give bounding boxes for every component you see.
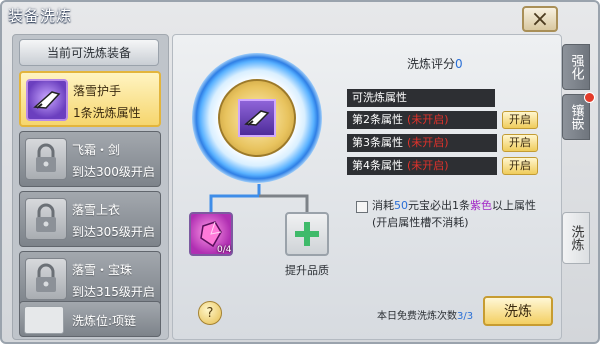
attr-label: 第2条属性 [352,113,403,126]
list-item-gloves[interactable]: 落雪护手 1条洗炼属性 [19,71,161,127]
guarantee-checkbox[interactable] [356,201,368,213]
tab-refine-label: 洗炼 [568,225,584,251]
glove-icon [26,79,68,121]
help-icon: ? [206,305,214,321]
open-slot-button[interactable]: 开启 [502,111,538,129]
attr-label: 第3条属性 [352,136,403,149]
free-value: 3/3 [457,311,474,322]
list-header: 当前可洗炼装备 [19,39,159,66]
selected-equipment-slot[interactable] [238,99,276,137]
glove-icon [244,110,270,126]
attr-status: (未开启) [407,136,449,149]
attr-status: (未开启) [407,159,449,172]
item-name: 洗炼位:项链 [72,314,137,328]
attr-label: 第4条属性 [352,159,403,172]
list-item-sword[interactable]: 飞霜・剑 到达300级开启 [19,131,161,187]
note-mid: 元宝必出1条 [408,199,470,212]
score-value: 0 [455,57,463,71]
tab-enhance[interactable]: 强化 [562,44,590,90]
free-label: 本日免费洗炼次数 [377,311,457,322]
note-suffix: 以上属性 [492,199,536,212]
open-slot-button[interactable]: 开启 [502,134,538,152]
empty-slot-icon [24,306,64,334]
plus-icon [295,222,319,246]
notification-dot [584,92,595,103]
dialog-title: 装备洗炼 [8,7,73,25]
refine-dialog: 装备洗炼 × 强化 镶嵌 洗炼 当前可洗炼装备 落雪护手 1条洗炼属性 飞霜・剑… [0,0,600,344]
refine-area: 0/4 提升品质 洗炼评分0 可洗炼属性 第2条属性 (未开启) 开启 第3条属性… [172,39,562,337]
note-amount: 50 [394,199,408,212]
attr-status: (未开启) [407,113,449,126]
item-name: 落雪护手 [73,84,122,98]
refine-score: 洗炼评分0 [407,55,463,72]
item-sub: 到达300级开启 [72,165,155,179]
item-name: 落雪・宝珠 [72,263,133,277]
tab-inlay-label: 镶嵌 [568,104,584,130]
attr-row: 第3条属性 (未开启) [347,134,497,152]
lock-icon [25,198,67,240]
refine-button[interactable]: 洗炼 [483,296,553,326]
material-count: 0/4 [217,245,232,255]
item-sub: 到达305级开启 [72,225,155,239]
attr-row: 第2条属性 (未开启) [347,111,497,129]
close-button[interactable]: × [522,6,558,32]
score-label: 洗炼评分 [407,57,456,71]
list-item-coat[interactable]: 落雪上衣 到达305级开启 [19,191,161,247]
item-sub: 到达315级开启 [72,285,155,299]
tab-refine[interactable]: 洗炼 [562,212,590,264]
guarantee-note: 消耗50元宝必出1条紫色以上属性 [372,197,536,213]
item-name: 飞霜・剑 [72,143,121,157]
free-count: 本日免费洗炼次数3/3 [377,307,473,322]
item-name: 落雪上衣 [72,203,121,217]
connector-lines [209,184,309,212]
help-button[interactable]: ? [198,301,222,325]
note-prefix: 消耗 [372,199,394,212]
upgrade-quality-button[interactable] [285,212,329,256]
lock-icon [25,138,67,180]
open-slot-button[interactable]: 开启 [502,157,538,175]
close-icon: × [530,6,550,32]
guarantee-note-2: (开启属性槽不消耗) [372,216,469,229]
equipment-list: 当前可洗炼装备 落雪护手 1条洗炼属性 飞霜・剑 到达300级开启 落雪上衣 到… [19,39,163,337]
note-purple: 紫色 [470,199,492,212]
lock-icon [25,258,67,300]
upgrade-quality-label: 提升品质 [285,264,329,277]
attr-header: 可洗炼属性 [347,89,495,107]
item-sub: 1条洗炼属性 [73,106,141,120]
tab-enhance-label: 强化 [568,54,584,80]
attr-row: 第4条属性 (未开启) [347,157,497,175]
list-item-necklace-slot[interactable]: 洗炼位:项链 [19,301,161,337]
list-item-orb[interactable]: 落雪・宝珠 到达315级开启 [19,251,161,307]
